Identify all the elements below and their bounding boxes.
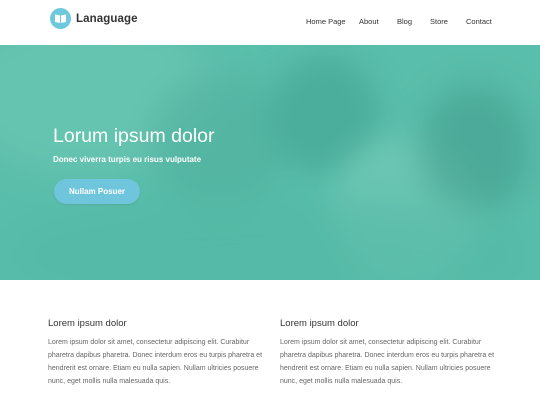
hero-subtitle: Donec viverra turpis eu risus vulputate — [53, 155, 202, 164]
nav-item-about[interactable]: About — [359, 17, 379, 26]
hero-banner: Lorum ipsum dolor Donec viverra turpis e… — [0, 45, 540, 280]
site-logo[interactable]: Lanaguage — [50, 8, 138, 29]
column-body: Lorem ipsum dolor sit amet, consectetur … — [280, 339, 495, 385]
nav-item-home-page[interactable]: Home Page — [306, 17, 346, 26]
column-title: Lorem ipsum dolor — [48, 318, 127, 329]
nav-item-blog[interactable]: Blog — [397, 17, 412, 26]
nav-item-contact[interactable]: Contact — [466, 17, 492, 26]
hero-cta-button[interactable]: Nullam Posuer — [54, 179, 140, 204]
brand-name: Lanaguage — [76, 12, 138, 25]
open-book-icon — [50, 8, 71, 29]
site-header: Lanaguage Home Page About Blog Store Con… — [0, 0, 540, 45]
column-body: Lorem ipsum dolor sit amet, consectetur … — [48, 339, 263, 385]
content-column-2: Lorem ipsum dolor Lorem ipsum dolor sit … — [280, 318, 500, 388]
content-column-1: Lorem ipsum dolor Lorem ipsum dolor sit … — [48, 318, 268, 388]
column-title: Lorem ipsum dolor — [280, 318, 359, 329]
nav-item-store[interactable]: Store — [430, 17, 448, 26]
hero-title: Lorum ipsum dolor — [53, 125, 215, 147]
